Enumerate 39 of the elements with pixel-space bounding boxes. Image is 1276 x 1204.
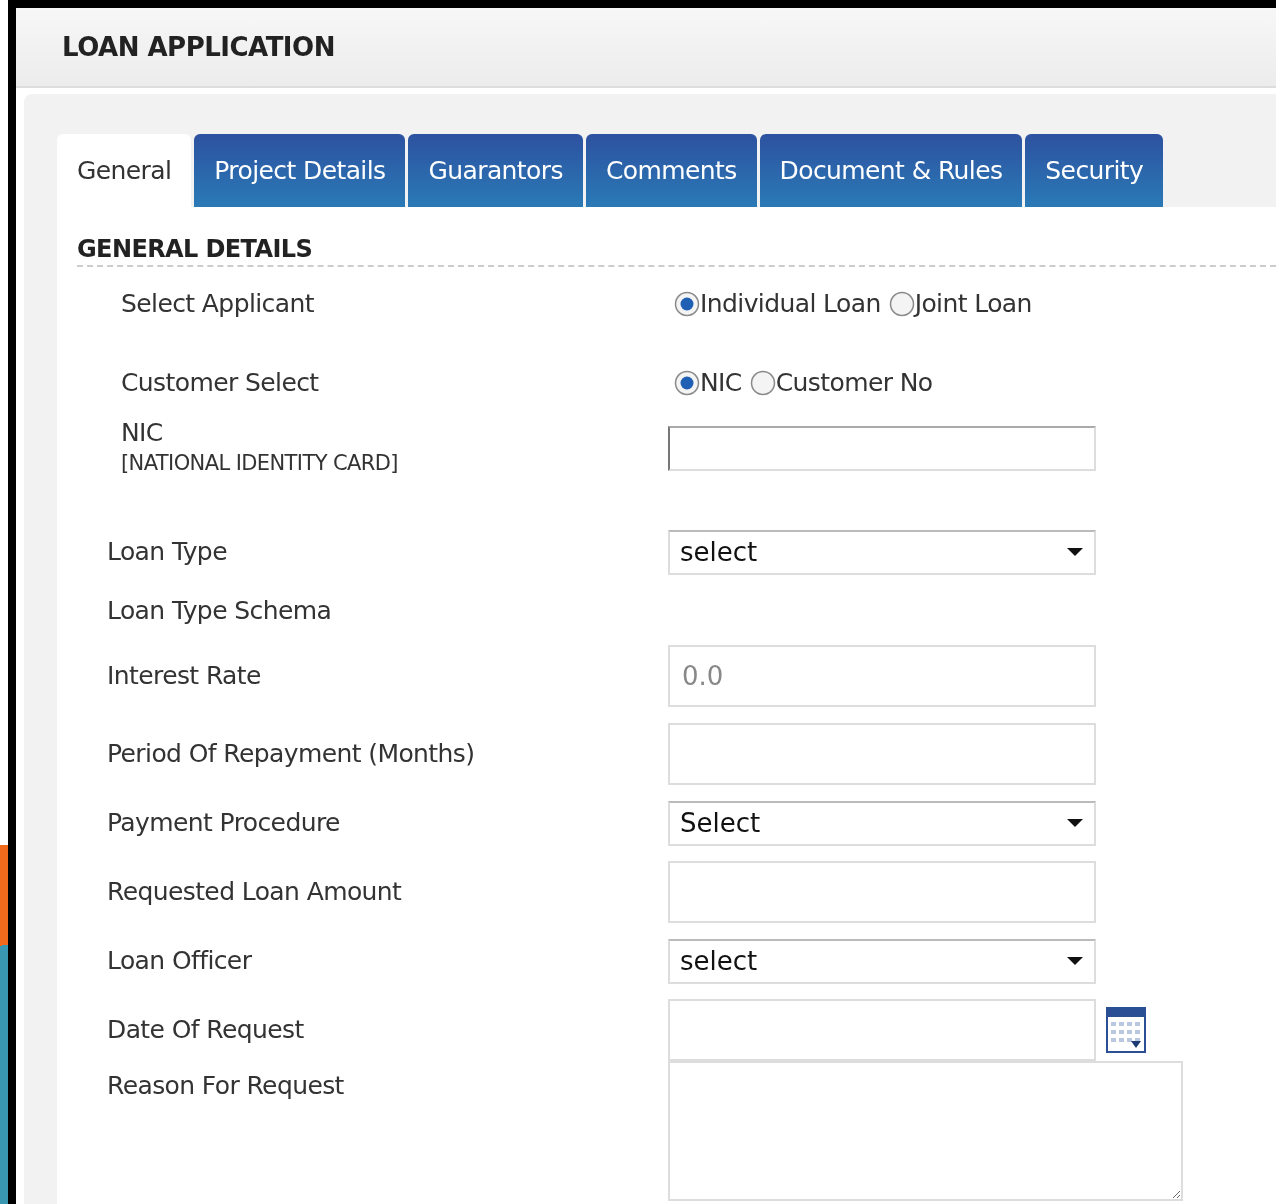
field-sublabel: [NATIONAL IDENTITY CARD] [121, 450, 399, 477]
radio-label: Joint Loan [914, 288, 1032, 321]
caret-icon [1066, 547, 1084, 557]
input-field[interactable]: 0.0 [668, 645, 1096, 707]
field-label: Loan Type [106, 536, 228, 569]
radio-label: NIC [700, 367, 742, 400]
field-label: Payment Procedure [106, 807, 341, 840]
section-title: GENERAL DETAILS [77, 233, 1276, 267]
radio-button[interactable] [749, 370, 776, 396]
dropdown[interactable]: select [668, 938, 1096, 984]
tab[interactable]: General [57, 134, 192, 207]
calendar-icon[interactable] [1106, 1007, 1146, 1053]
dropdown[interactable]: Select [668, 800, 1096, 846]
date-field[interactable] [668, 999, 1096, 1061]
radio-button[interactable] [674, 291, 700, 317]
field-label: NIC [121, 418, 164, 448]
input-field[interactable] [668, 425, 1096, 471]
caret-icon [1066, 956, 1084, 966]
field-label: Customer Select [120, 367, 320, 400]
tab[interactable]: Comments [585, 134, 757, 207]
field-label: Reason For Request [106, 1070, 345, 1102]
field-label: Select Applicant [120, 288, 315, 321]
field-label: Requested Loan Amount [106, 876, 403, 909]
field-label: Date Of Request [106, 1014, 305, 1047]
page-title: LOAN APPLICATION [62, 30, 335, 64]
field-label: Period Of Repayment (Months) [106, 738, 476, 771]
radio-button[interactable] [888, 291, 915, 317]
tab[interactable]: Project Details [194, 134, 406, 207]
tab[interactable]: Guarantors [408, 134, 583, 207]
radio-label: Customer No [775, 367, 933, 400]
caret-icon [1066, 818, 1084, 828]
tab[interactable]: Security [1025, 134, 1164, 207]
radio-button[interactable] [674, 370, 700, 396]
field-label: Loan Type Schema [106, 595, 333, 628]
tab[interactable]: Document & Rules [759, 134, 1023, 207]
field-label: Loan Officer [106, 945, 253, 978]
dropdown[interactable]: select [668, 529, 1096, 575]
radio-label: Individual Loan [700, 288, 881, 321]
field-label: Interest Rate [106, 660, 262, 693]
